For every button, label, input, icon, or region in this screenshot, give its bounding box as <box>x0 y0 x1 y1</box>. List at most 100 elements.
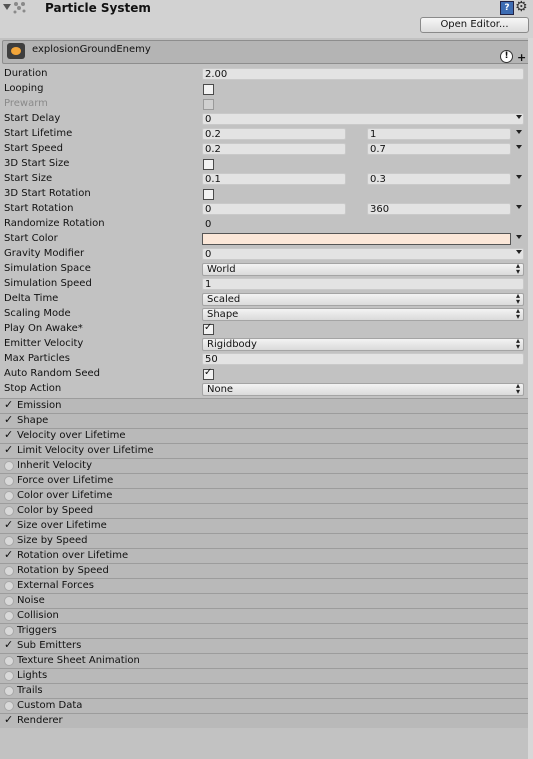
module-label: Sub Emitters <box>17 640 82 651</box>
start-lifetime-mode-icon[interactable] <box>516 130 522 134</box>
delta-time-label: Delta Time <box>4 293 59 304</box>
module-disabled-toggle[interactable] <box>4 626 14 636</box>
module-header[interactable]: Custom Data <box>0 698 528 713</box>
start-size-max-field[interactable]: 0.3 <box>367 173 511 185</box>
module-label: Color by Speed <box>17 505 94 516</box>
module-disabled-toggle[interactable] <box>4 671 14 681</box>
module-header[interactable]: Noise <box>0 593 528 608</box>
checkmark-icon: ✓ <box>4 413 14 426</box>
foldout-arrow-icon[interactable] <box>3 4 11 10</box>
help-icon[interactable]: ? <box>500 1 514 15</box>
module-header[interactable]: ✓ Size over Lifetime <box>0 518 528 533</box>
module-disabled-toggle[interactable] <box>4 476 14 486</box>
start-rotation-mode-icon[interactable] <box>516 205 522 209</box>
max-particles-label: Max Particles <box>4 353 71 364</box>
module-disabled-toggle[interactable] <box>4 581 14 591</box>
module-header[interactable]: ✓ Shape <box>0 413 528 428</box>
module-disabled-toggle[interactable] <box>4 506 14 516</box>
gravity-modifier-mode-icon[interactable] <box>516 250 522 254</box>
start-lifetime-max-field[interactable]: 1 <box>367 128 511 140</box>
module-header[interactable]: Trails <box>0 683 528 698</box>
scaling-mode-dropdown[interactable]: Shape ▴ ▾ <box>202 307 524 321</box>
module-disabled-toggle[interactable] <box>4 491 14 501</box>
module-header[interactable]: Collision <box>0 608 528 623</box>
start-delay-field[interactable]: 0 <box>202 113 524 125</box>
particle-system-bar[interactable]: explosionGroundEnemy ! + <box>2 40 530 64</box>
module-label: Force over Lifetime <box>17 475 114 486</box>
open-editor-button[interactable]: Open Editor... <box>420 17 529 33</box>
module-disabled-toggle[interactable] <box>4 701 14 711</box>
max-particles-field[interactable]: 50 <box>202 353 524 365</box>
module-header[interactable]: Color by Speed <box>0 503 528 518</box>
module-disabled-toggle[interactable] <box>4 686 14 696</box>
start-speed-min-field[interactable]: 0.2 <box>202 143 346 155</box>
auto-random-seed-checkbox[interactable]: ✓ <box>203 367 214 380</box>
randomize-rotation-field[interactable]: 0 <box>202 218 524 230</box>
module-disabled-toggle[interactable] <box>4 566 14 576</box>
checkmark-icon: ✓ <box>4 428 14 441</box>
gravity-modifier-field[interactable]: 0 <box>202 248 524 260</box>
module-header[interactable]: Texture Sheet Animation <box>0 653 528 668</box>
module-enabled-toggle[interactable]: ✓ <box>4 398 13 411</box>
module-header[interactable]: ✓ Limit Velocity over Lifetime <box>0 443 528 458</box>
start-delay-mode-icon[interactable] <box>516 115 522 119</box>
scrollbar-track[interactable] <box>528 38 533 759</box>
module-header[interactable]: External Forces <box>0 578 528 593</box>
simulation-space-dropdown[interactable]: World ▴ ▾ <box>202 262 524 276</box>
simulation-speed-field[interactable]: 1 <box>202 278 524 290</box>
module-enabled-toggle[interactable]: ✓ <box>4 443 13 456</box>
emitter-velocity-dropdown[interactable]: Rigidbody ▴ ▾ <box>202 337 524 351</box>
module-enabled-toggle[interactable]: ✓ <box>4 638 13 651</box>
start-speed-mode-icon[interactable] <box>516 145 522 149</box>
start-rotation-max-field[interactable]: 360 <box>367 203 511 215</box>
start-lifetime-min-field[interactable]: 0.2 <box>202 128 346 140</box>
play-on-awake-label: Play On Awake* <box>4 323 83 334</box>
module-enabled-toggle[interactable]: ✓ <box>4 428 14 441</box>
module-header[interactable]: ✓ Emission <box>0 398 528 413</box>
start-size-min-field[interactable]: 0.1 <box>202 173 346 185</box>
module-disabled-toggle[interactable] <box>4 461 14 471</box>
module-enabled-toggle[interactable]: ✓ <box>4 713 13 726</box>
module-label: Texture Sheet Animation <box>17 655 140 666</box>
module-header[interactable]: ✓ Velocity over Lifetime <box>0 428 528 443</box>
3d-start-rotation-checkbox[interactable] <box>203 189 214 200</box>
module-header[interactable]: Lights <box>0 668 528 683</box>
module-enabled-toggle[interactable]: ✓ <box>4 518 13 531</box>
module-header[interactable]: Rotation by Speed <box>0 563 528 578</box>
module-header[interactable]: ✓ Renderer <box>0 713 528 728</box>
start-size-label: Start Size <box>4 173 53 184</box>
row-emitter-velocity: Emitter Velocity Rigidbody ▴ ▾ <box>0 337 528 352</box>
module-header[interactable]: Inherit Velocity <box>0 458 528 473</box>
warning-icon[interactable]: ! <box>500 50 513 63</box>
module-disabled-toggle[interactable] <box>4 596 14 606</box>
module-header[interactable]: Triggers <box>0 623 528 638</box>
module-header[interactable]: Size by Speed <box>0 533 528 548</box>
prewarm-checkbox <box>203 99 214 110</box>
module-label: Rotation by Speed <box>17 565 109 576</box>
start-rotation-min-field[interactable]: 0 <box>202 203 346 215</box>
module-disabled-toggle[interactable] <box>4 611 14 621</box>
duration-field[interactable]: 2.00 <box>202 68 524 80</box>
module-enabled-toggle[interactable]: ✓ <box>4 548 13 561</box>
module-header[interactable]: Color over Lifetime <box>0 488 528 503</box>
module-header[interactable]: ✓ Rotation over Lifetime <box>0 548 528 563</box>
start-color-mode-icon[interactable] <box>516 235 522 239</box>
row-max-particles: Max Particles 50 <box>0 352 528 367</box>
module-disabled-toggle[interactable] <box>4 656 14 666</box>
delta-time-dropdown[interactable]: Scaled ▴ ▾ <box>202 292 524 306</box>
module-disabled-toggle[interactable] <box>4 536 14 546</box>
looping-checkbox[interactable] <box>203 84 214 95</box>
module-enabled-toggle[interactable]: ✓ <box>4 413 14 426</box>
stop-action-dropdown[interactable]: None ▴ ▾ <box>202 382 524 396</box>
gear-icon[interactable]: ⚙ <box>515 0 528 15</box>
row-start-delay: Start Delay 0 <box>0 112 528 127</box>
start-color-swatch[interactable] <box>202 233 511 245</box>
module-header[interactable]: ✓ Sub Emitters <box>0 638 528 653</box>
gravity-modifier-label: Gravity Modifier <box>4 248 85 259</box>
plus-icon[interactable]: + <box>517 51 526 64</box>
module-header[interactable]: Force over Lifetime <box>0 473 528 488</box>
play-on-awake-checkbox[interactable]: ✓ <box>203 322 214 335</box>
3d-start-size-checkbox[interactable] <box>203 159 214 170</box>
start-speed-max-field[interactable]: 0.7 <box>367 143 511 155</box>
start-size-mode-icon[interactable] <box>516 175 522 179</box>
